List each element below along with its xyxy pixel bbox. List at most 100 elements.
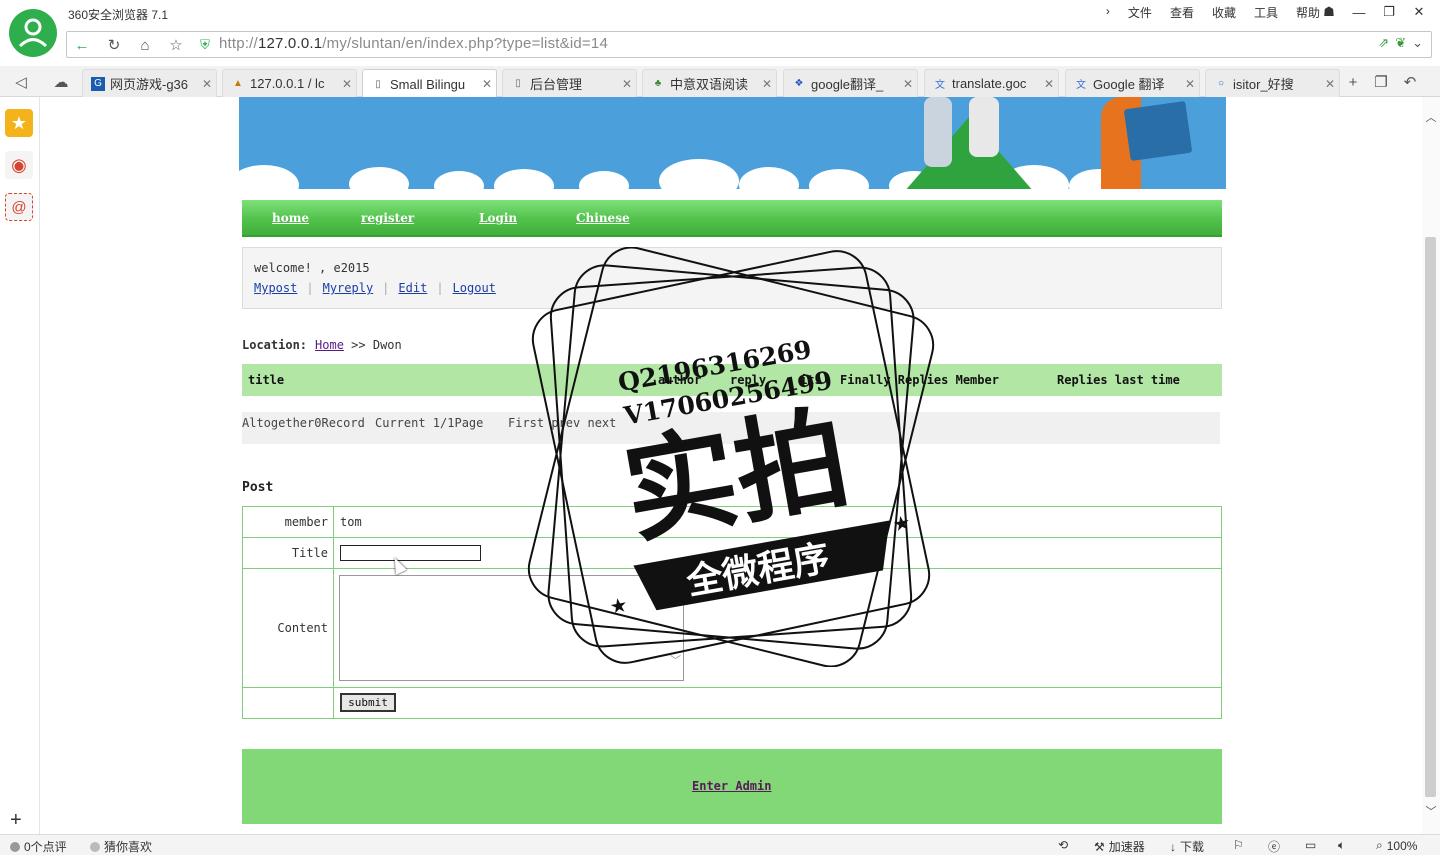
- tab-g36[interactable]: G 网页游戏-g36 ✕: [82, 69, 217, 97]
- volume-icon[interactable]: 🔈︎: [1338, 838, 1345, 853]
- ie-icon[interactable]: ⓔ: [1268, 838, 1280, 855]
- tab-google-translate-baidu[interactable]: ❖ google翻译_ ✕: [783, 69, 918, 97]
- close-button[interactable]: ✕: [1406, 2, 1432, 22]
- enter-admin-link[interactable]: Enter Admin: [692, 779, 771, 793]
- tab-close-icon[interactable]: ✕: [198, 77, 216, 91]
- address-bar[interactable]: ← ↻ ⌂ ☆ ⛨ http://127.0.0.1/my/sluntan/en…: [66, 31, 1432, 58]
- cloud-icon[interactable]: ☁: [50, 72, 72, 92]
- leaf-icon[interactable]: ❦: [1395, 35, 1406, 51]
- tab-close-icon[interactable]: ✕: [899, 77, 917, 91]
- page-icon: ▯: [515, 78, 521, 89]
- sidebar-add-icon[interactable]: +: [10, 809, 22, 832]
- rocket-icon: ⚒: [1094, 839, 1105, 854]
- page-scrollbar[interactable]: ︿ ﹀: [1422, 97, 1440, 834]
- textarea-scroll-up-icon[interactable]: ︿: [670, 588, 681, 604]
- title-input[interactable]: [340, 545, 481, 561]
- col-finally-replies-member: Finally Replies Member: [840, 373, 999, 387]
- status-refresh-icon[interactable]: ⟲: [1058, 838, 1068, 852]
- guess-you-like[interactable]: 猜你喜欢: [90, 838, 152, 855]
- zoom-icon: ⌕: [1376, 838, 1383, 852]
- nav-home[interactable]: home: [272, 211, 309, 225]
- minimize-button[interactable]: —: [1346, 2, 1372, 22]
- menu-arrow-icon[interactable]: ›: [1106, 4, 1110, 21]
- submit-button[interactable]: submit: [340, 693, 396, 712]
- weibo-icon[interactable]: ◉: [5, 151, 33, 179]
- menu-favorites[interactable]: 收藏: [1212, 4, 1236, 21]
- breadcrumb-home-link[interactable]: Home: [315, 338, 344, 352]
- tab-google-translate[interactable]: 文 Google 翻译 ✕: [1065, 69, 1200, 97]
- nav-login[interactable]: Login: [479, 211, 517, 225]
- tab-close-icon[interactable]: ✕: [1321, 77, 1339, 91]
- shirt-icon[interactable]: ☗: [1316, 2, 1342, 22]
- tab-close-icon[interactable]: ✕: [1181, 77, 1199, 91]
- tab-close-icon[interactable]: ✕: [758, 77, 776, 91]
- title-label: Title: [243, 538, 334, 568]
- share-icon[interactable]: ⇗: [1378, 35, 1389, 51]
- pager: Altogether0Record Current 1/1Page First …: [242, 412, 1220, 444]
- comments-status[interactable]: 0个点评: [10, 838, 67, 855]
- tab-admin[interactable]: ▯ 后台管理 ✕: [502, 69, 637, 97]
- download-button[interactable]: ↓ 下载: [1170, 838, 1204, 855]
- tab-haosou[interactable]: ○ isitor_好搜 ✕: [1205, 69, 1340, 97]
- tab-phpmyadmin[interactable]: ▲ 127.0.0.1 / lc ✕: [222, 69, 357, 97]
- content-textarea[interactable]: ︿ ﹀: [339, 575, 684, 681]
- tab-close-icon[interactable]: ✕: [478, 77, 496, 91]
- tab-close-icon[interactable]: ✕: [338, 77, 356, 91]
- tab-translate-google[interactable]: 文 translate.goc ✕: [924, 69, 1059, 97]
- post-form: member tom Title Content ︿ ﹀ submit: [242, 506, 1222, 719]
- window-icon[interactable]: ▭: [1305, 838, 1316, 852]
- scroll-thumb[interactable]: [1425, 237, 1436, 797]
- pager-nav[interactable]: First prev next: [508, 416, 616, 430]
- back-arrow-icon[interactable]: ←: [71, 35, 93, 55]
- post-section-title: Post: [242, 480, 274, 495]
- link-myreply[interactable]: Myreply: [323, 281, 374, 295]
- page-icon: ▯: [375, 78, 381, 90]
- tab-close-icon[interactable]: ✕: [1040, 77, 1058, 91]
- breadcrumb-rest: >> Dwon: [351, 338, 402, 352]
- tab-close-icon[interactable]: ✕: [618, 77, 636, 91]
- zoom-control[interactable]: ⌕ 100%: [1376, 838, 1417, 853]
- nav-chinese[interactable]: Chinese: [576, 211, 630, 225]
- translate-icon: 文: [1076, 80, 1086, 91]
- new-tab-icon[interactable]: +: [1342, 72, 1364, 92]
- tab-windows-icon[interactable]: ❐: [1370, 72, 1392, 92]
- site-icon: ♣: [654, 78, 662, 89]
- user-links: Mypost | Myreply | Edit | Logout: [254, 281, 496, 295]
- mail-icon[interactable]: @: [5, 193, 33, 221]
- home-icon[interactable]: ⌂: [134, 35, 156, 55]
- menu-view[interactable]: 查看: [1170, 4, 1194, 21]
- url-text[interactable]: http://127.0.0.1/my/sluntan/en/index.php…: [219, 35, 608, 52]
- nav-register[interactable]: register: [361, 211, 414, 225]
- link-logout[interactable]: Logout: [453, 281, 496, 295]
- chevron-down-icon[interactable]: ⌄: [1412, 35, 1423, 51]
- accelerator-button[interactable]: ⚒ 加速器: [1094, 838, 1145, 855]
- menu-tools[interactable]: 工具: [1254, 4, 1278, 21]
- link-mypost[interactable]: Mypost: [254, 281, 297, 295]
- status-bar: 0个点评 猜你喜欢 ⟲ ⚒ 加速器 ↓ 下载 ⚐ ⓔ ▭ 🔈︎ ⌕ 100%: [0, 834, 1440, 855]
- g36-icon: G: [91, 76, 105, 91]
- form-row-member: member tom: [243, 507, 1221, 538]
- address-tools: ⇗ ❦ ⌄: [1378, 35, 1423, 51]
- member-value: tom: [340, 515, 362, 529]
- textarea-scroll-down-icon[interactable]: ﹀: [670, 652, 681, 668]
- maximize-button[interactable]: ❐: [1376, 2, 1402, 22]
- tab-strip: ◁ ☁ G 网页游戏-g36 ✕ ▲ 127.0.0.1 / lc ✕ ▯ Sm…: [0, 66, 1440, 98]
- scroll-up-icon[interactable]: ︿: [1425, 109, 1437, 125]
- tab-list-left-icon[interactable]: ◁: [10, 72, 32, 92]
- welcome-text: welcome! , e2015: [254, 261, 370, 275]
- app-title: 360安全浏览器 7.1: [68, 8, 169, 22]
- member-label: member: [243, 507, 334, 537]
- translate-icon: 文: [935, 80, 945, 91]
- menu-file[interactable]: 文件: [1128, 4, 1152, 21]
- tab-small-bilingual[interactable]: ▯ Small Bilingu ✕: [362, 69, 497, 98]
- tab-bilingual-reading[interactable]: ♣ 中意双语阅读 ✕: [642, 69, 777, 97]
- star-icon[interactable]: ☆: [165, 35, 187, 55]
- flag-icon[interactable]: ⚐: [1233, 838, 1244, 852]
- scroll-down-icon[interactable]: ﹀: [1425, 803, 1437, 819]
- content-label: Content: [243, 569, 334, 687]
- link-edit[interactable]: Edit: [398, 281, 427, 295]
- undo-close-icon[interactable]: ↶: [1399, 72, 1421, 92]
- user-avatar-icon[interactable]: [9, 9, 57, 57]
- favorites-star-icon[interactable]: ★: [5, 109, 33, 137]
- refresh-icon[interactable]: ↻: [103, 35, 125, 55]
